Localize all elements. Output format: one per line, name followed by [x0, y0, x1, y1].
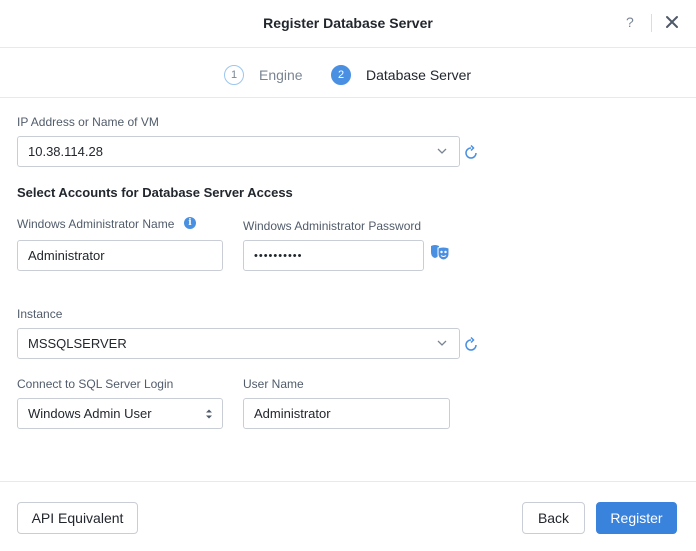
- instance-label: Instance: [17, 307, 63, 321]
- dialog-title: Register Database Server: [263, 15, 433, 31]
- vm-label: IP Address or Name of VM: [17, 115, 159, 129]
- refresh-icon[interactable]: [463, 337, 479, 353]
- wizard-steps: 1 Engine 2 Database Server: [0, 48, 696, 98]
- step-database-server[interactable]: 2 Database Server: [331, 64, 471, 86]
- instance-select[interactable]: MSSQLSERVER: [17, 328, 460, 359]
- header-divider: [651, 14, 652, 32]
- close-icon[interactable]: [664, 13, 680, 31]
- win-admin-name-input[interactable]: Administrator: [17, 240, 223, 271]
- chevron-down-icon: [437, 340, 447, 346]
- register-button[interactable]: Register: [596, 502, 677, 534]
- help-button[interactable]: ?: [626, 14, 634, 30]
- vm-select[interactable]: 10.38.114.28: [17, 136, 460, 167]
- mask-icon[interactable]: [429, 243, 451, 261]
- chevron-down-icon: [437, 148, 447, 154]
- win-admin-password-label: Windows Administrator Password: [243, 219, 422, 233]
- sql-login-label: Connect to SQL Server Login: [17, 377, 174, 391]
- step-label: Engine: [259, 67, 303, 83]
- back-button[interactable]: Back: [522, 502, 585, 534]
- step-label: Database Server: [366, 67, 472, 83]
- sort-icon: [206, 409, 212, 419]
- sql-login-value: Windows Admin User: [28, 406, 152, 421]
- api-equivalent-button[interactable]: API Equivalent: [17, 502, 138, 534]
- instance-value: MSSQLSERVER: [28, 336, 127, 351]
- info-icon[interactable]: i: [184, 217, 196, 229]
- user-name-label: User Name: [243, 377, 304, 391]
- accounts-section-title: Select Accounts for Database Server Acce…: [17, 185, 293, 200]
- win-admin-name-value: Administrator: [28, 248, 105, 263]
- step-number: 1: [224, 65, 244, 85]
- sql-login-select[interactable]: Windows Admin User: [17, 398, 223, 429]
- win-admin-name-label: Windows Administrator Name: [17, 217, 175, 231]
- refresh-icon[interactable]: [463, 145, 479, 161]
- dialog-header: Register Database Server ?: [0, 0, 696, 48]
- user-name-input[interactable]: Administrator: [243, 398, 450, 429]
- step-engine[interactable]: 1 Engine: [224, 64, 303, 86]
- step-number: 2: [331, 65, 351, 85]
- user-name-value: Administrator: [254, 406, 331, 421]
- vm-value: 10.38.114.28: [28, 144, 103, 159]
- win-admin-password-input[interactable]: ••••••••••: [243, 240, 424, 271]
- dialog-footer: API Equivalent Back Register: [0, 481, 696, 551]
- win-admin-password-value: ••••••••••: [254, 249, 303, 262]
